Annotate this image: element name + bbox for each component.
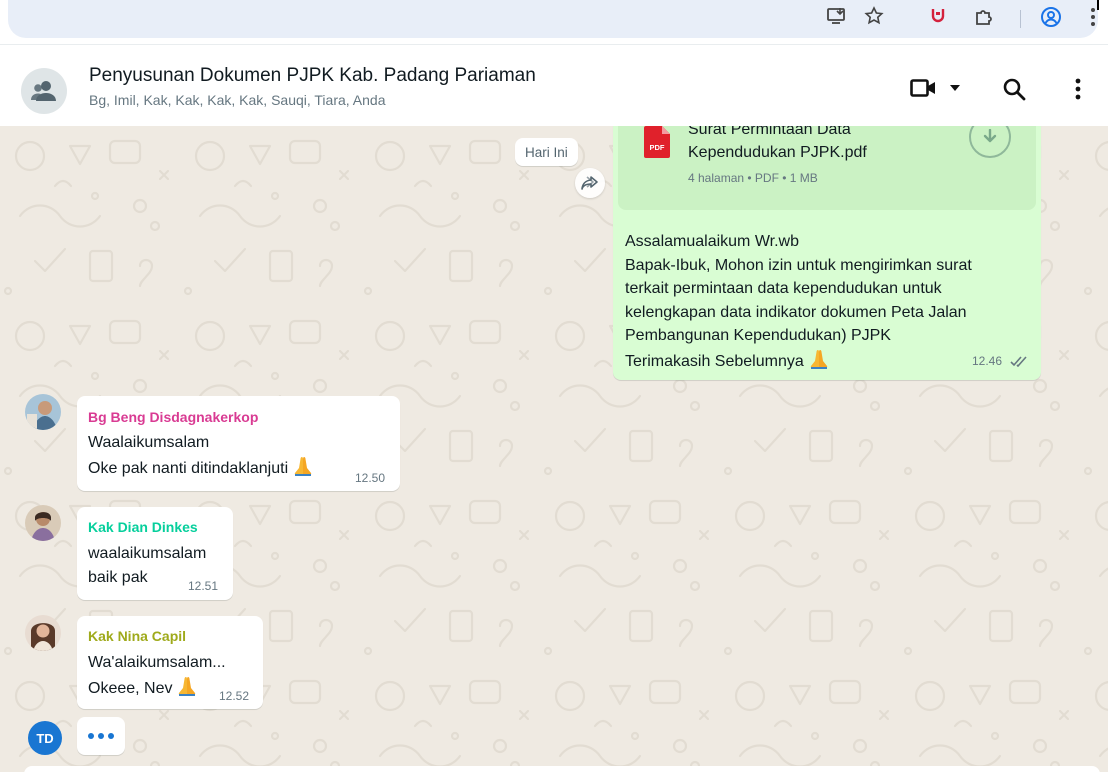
message-line-last: Oke pak nanti ditindaklanjuti: [88, 455, 314, 481]
video-call-icon: [910, 79, 935, 97]
date-divider: Hari Ini: [515, 138, 578, 166]
dropdown-caret-icon: [950, 85, 960, 91]
sender-name[interactable]: Kak Dian Dinkes: [88, 519, 198, 535]
forward-icon: [581, 176, 598, 190]
message-line-last: Terimakasih Sebelumnya: [625, 348, 972, 374]
chat-header: Penyusunan Dokumen PJPK Kab. Padang Pari…: [0, 44, 1108, 126]
download-button[interactable]: [969, 126, 1011, 158]
group-icon: [31, 81, 56, 101]
search-icon: [1003, 78, 1026, 101]
message-line: terkait permintaan data kependudukan unt…: [625, 280, 942, 297]
document-meta: 4 halaman • PDF • 1 MB: [688, 171, 818, 185]
avatar[interactable]: [25, 394, 61, 430]
message-line: Oke pak nanti ditindaklanjuti: [88, 459, 289, 477]
typing-indicator: [77, 717, 125, 755]
forward-button[interactable]: [575, 168, 605, 198]
double-check-icon: [1010, 356, 1027, 367]
message-text: Wa'alaikumsalam... Okeee, Nev: [88, 651, 226, 700]
message-time: 12.46: [972, 354, 1003, 368]
document-name: Surat Permintaan Data Kependudukan PJPK.…: [688, 126, 928, 164]
incoming-message[interactable]: Kak Nina Capil Wa'alaikumsalam... Okeee,…: [77, 616, 263, 709]
install-app-icon[interactable]: [826, 6, 848, 26]
message-time: 12.52: [219, 689, 250, 703]
extensions-puzzle-icon[interactable]: [974, 6, 996, 26]
message-composer[interactable]: [24, 766, 1100, 772]
bookmark-star-icon[interactable]: [864, 6, 884, 26]
message-line: kelengkapan data indikator dokumen Peta …: [625, 303, 967, 321]
video-call-button[interactable]: [909, 77, 937, 99]
sender-name[interactable]: Kak Nina Capil: [88, 628, 186, 644]
typing-dot: [108, 733, 114, 739]
search-button[interactable]: [1000, 75, 1028, 103]
avatar[interactable]: [25, 615, 61, 651]
typing-user-avatar[interactable]: TD: [28, 721, 62, 755]
document-attachment[interactable]: PDF Surat Permintaan Data Kependudukan P…: [618, 126, 1036, 210]
browser-toolbar: [0, 0, 1108, 44]
pdf-badge-text: PDF: [650, 143, 665, 152]
outgoing-message[interactable]: PDF Surat Permintaan Data Kependudukan P…: [613, 126, 1041, 380]
message-text: Assalamualaikum Wr.wb Bapak-Ibuk, Mohon …: [625, 230, 972, 373]
document-name-line-2: Kependudukan PJPK.pdf: [688, 144, 867, 161]
profile-icon[interactable]: [1040, 6, 1062, 28]
chat-menu-button[interactable]: [1068, 75, 1088, 103]
document-name-line-1: Surat Permintaan Data: [688, 126, 851, 138]
video-call-dropdown[interactable]: [948, 83, 962, 93]
folded-hands-emoji: [179, 676, 196, 696]
download-icon: [983, 129, 997, 143]
browser-menu-icon[interactable]: [1090, 6, 1096, 28]
sender-name[interactable]: Bg Beng Disdagnakerkop: [88, 409, 258, 425]
folded-hands-emoji: [294, 456, 312, 476]
message-line: Bapak-Ibuk, Mohon izin untuk mengirimkan…: [625, 256, 972, 274]
chat-members[interactable]: Bg, Imil, Kak, Kak, Kak, Kak, Sauqi, Tia…: [89, 92, 385, 108]
folded-hands-emoji: [810, 349, 827, 369]
message-text: Waalaikumsalam Oke pak nanti ditindaklan…: [88, 431, 314, 480]
message-line: Pembangunan Kependudukan) PJPK: [625, 327, 891, 344]
typing-dot: [98, 733, 104, 739]
message-line-last: Okeee, Nev: [88, 675, 226, 701]
incoming-message[interactable]: Bg Beng Disdagnakerkop Waalaikumsalam Ok…: [77, 396, 400, 491]
typing-dot: [88, 733, 94, 739]
message-line: Terimakasih Sebelumnya: [625, 352, 804, 370]
message-time: 12.50: [355, 471, 386, 485]
message-line: Okeee, Nev: [88, 679, 173, 697]
incoming-message[interactable]: Kak Dian Dinkes waalaikumsalam baik pak …: [77, 507, 233, 600]
message-line: Wa'alaikumsalam...: [88, 654, 226, 671]
toolbar-separator: [1020, 10, 1021, 28]
message-time: 12.51: [188, 579, 219, 593]
chat-title[interactable]: Penyusunan Dokumen PJPK Kab. Padang Pari…: [89, 65, 536, 87]
message-line: Assalamualaikum Wr.wb: [625, 233, 799, 250]
message-line: Waalaikumsalam: [88, 434, 210, 451]
pdf-icon: PDF: [644, 126, 670, 158]
chat-area[interactable]: Hari Ini PDF Surat Permintaan Data Kepen…: [0, 126, 1108, 772]
extension-red-icon[interactable]: [930, 6, 946, 26]
menu-icon: [1075, 78, 1081, 100]
message-line: waalaikumsalam: [88, 545, 207, 562]
avatar[interactable]: [25, 505, 61, 541]
group-avatar[interactable]: [21, 68, 67, 114]
text-cursor: [1097, 0, 1099, 10]
